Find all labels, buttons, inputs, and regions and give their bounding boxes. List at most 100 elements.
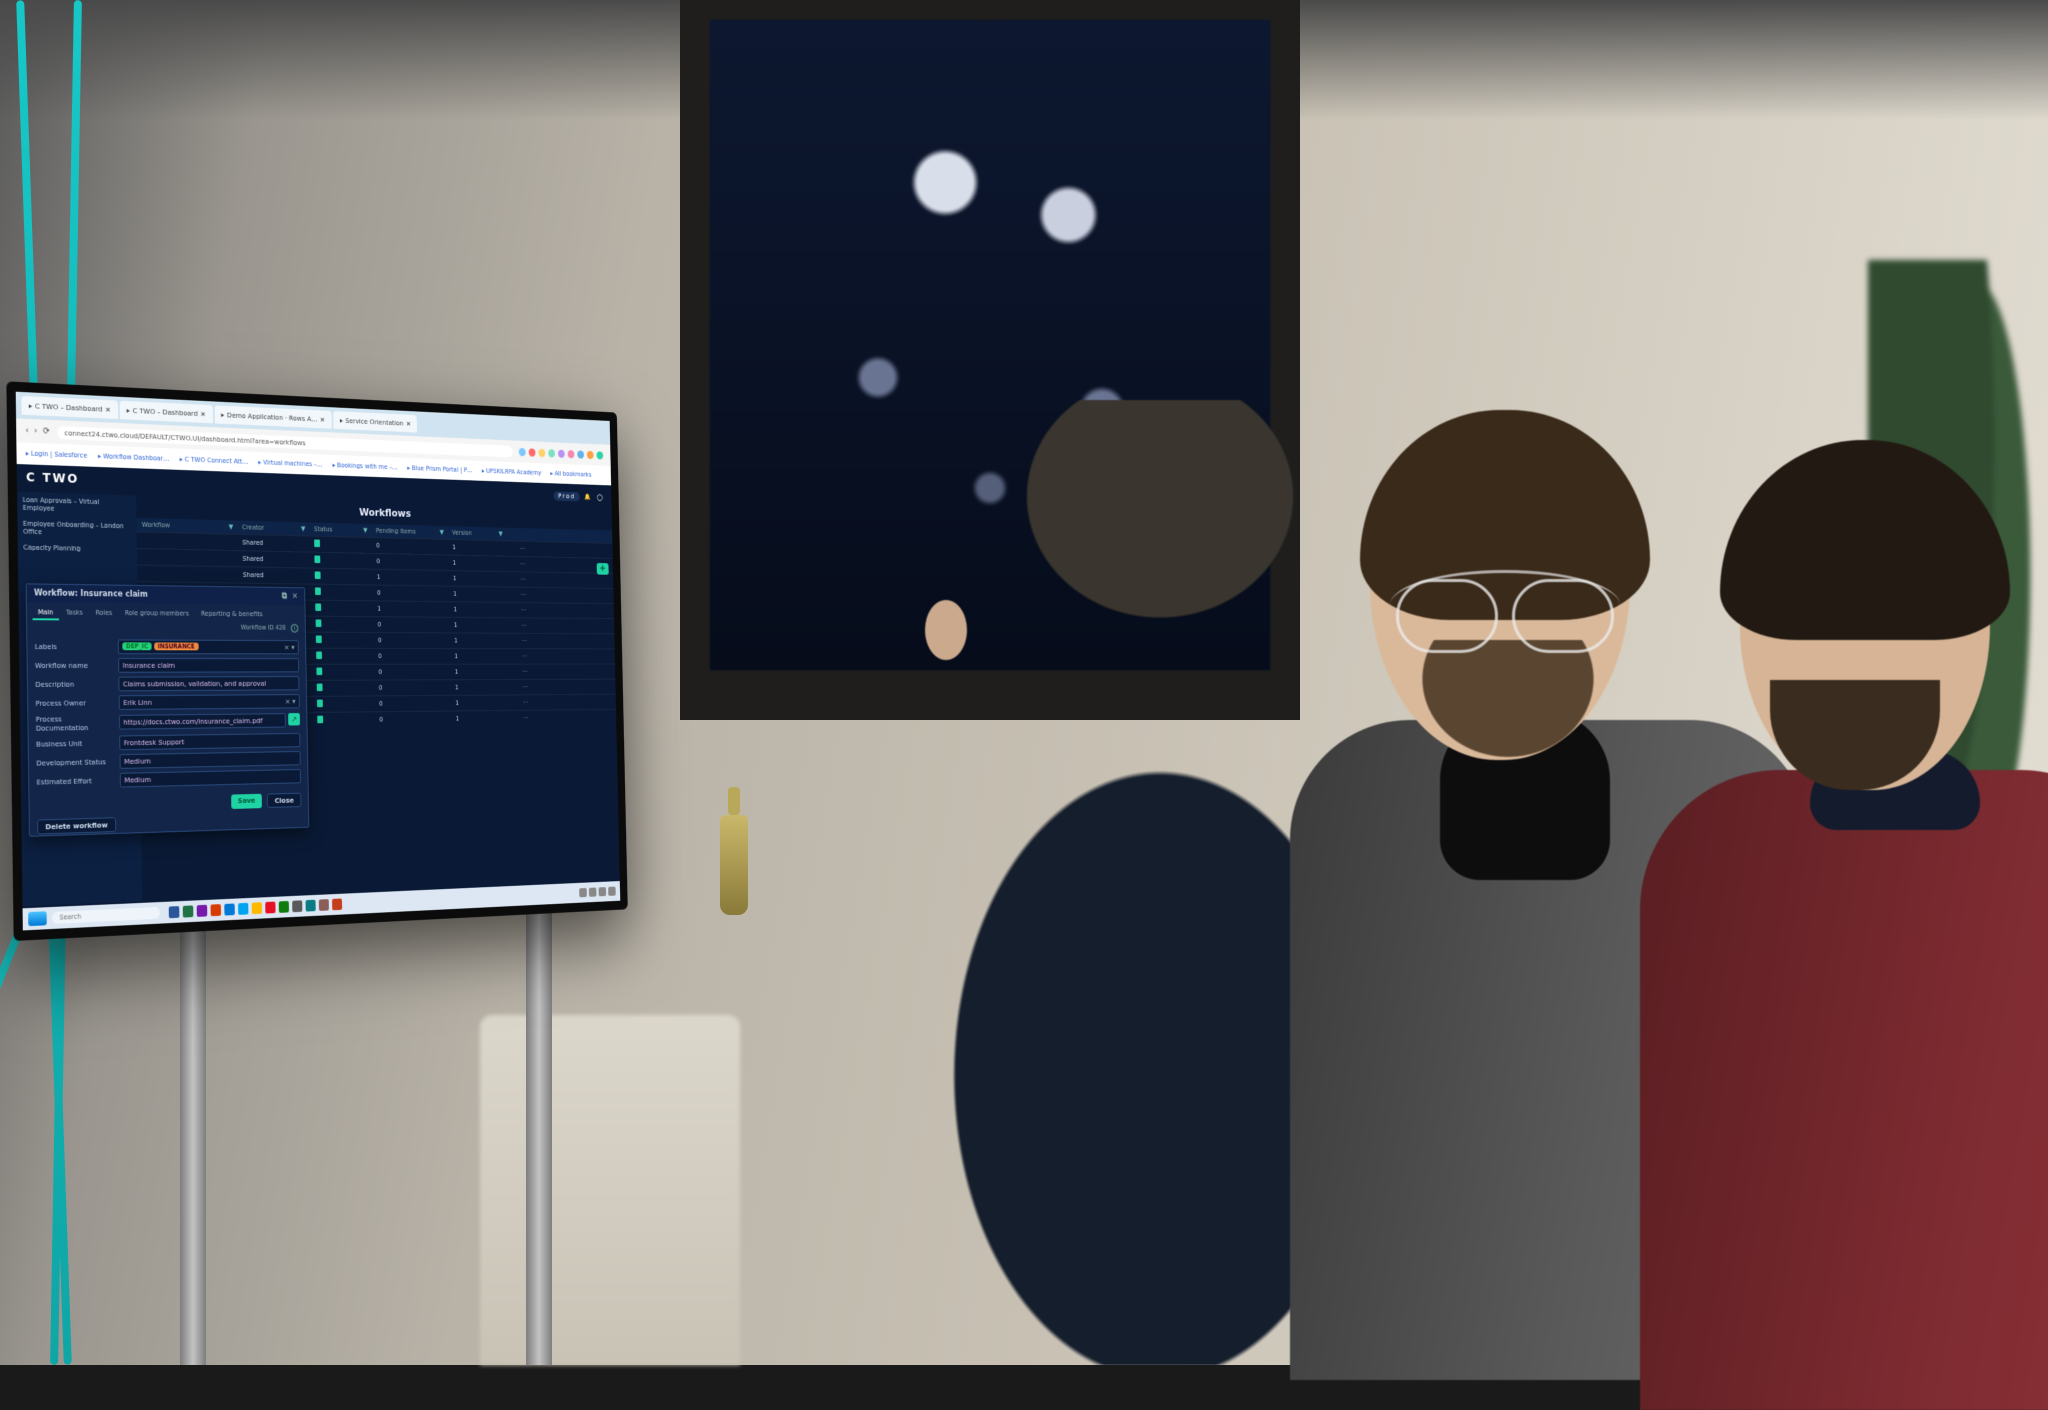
browser-tab[interactable]: ▸Demo Application · Rows A…× <box>214 405 332 428</box>
panel-tab[interactable]: Tasks <box>60 606 88 620</box>
info-icon[interactable]: i <box>291 624 299 633</box>
sidebar-item[interactable]: Capacity Planning <box>18 539 137 557</box>
close-tab-icon[interactable]: × <box>406 419 411 428</box>
business-unit-input[interactable]: Frontdesk Support <box>119 733 300 750</box>
panel-tab[interactable]: Reporting & benefits <box>196 608 268 622</box>
taskbar-app-icon[interactable] <box>211 904 222 916</box>
bookmark-link[interactable]: ▸ Bookings with me –… <box>332 461 397 471</box>
row-menu-icon[interactable]: ⋯ <box>513 653 536 660</box>
column-header[interactable]: Pending Items <box>376 527 432 536</box>
row-menu-icon[interactable]: ⋯ <box>514 699 537 706</box>
panel-tab[interactable]: Role group members <box>119 607 194 621</box>
browser-tab[interactable]: ▸C TWO – Dashboard× <box>119 401 212 424</box>
column-header[interactable]: Version <box>452 529 491 537</box>
extension-icon[interactable] <box>538 448 545 456</box>
bookmark-link[interactable]: ▸ Virtual machines –… <box>258 459 322 469</box>
save-button[interactable]: Save <box>231 794 262 809</box>
delete-workflow-button[interactable]: Delete workflow <box>37 817 116 834</box>
filter-icon[interactable]: ▼ <box>355 526 376 534</box>
taskbar-app-icon[interactable] <box>169 906 180 918</box>
panel-tab[interactable]: Main <box>32 606 58 620</box>
description-input[interactable]: Claims submission, validation, and appro… <box>118 676 299 691</box>
close-button[interactable]: Close <box>267 793 301 808</box>
row-menu-icon[interactable]: ⋯ <box>514 683 537 690</box>
bell-icon[interactable]: 🔔 <box>584 493 592 500</box>
tray-icon[interactable] <box>589 888 597 897</box>
label-chip[interactable]: DEP_IC <box>122 643 151 651</box>
extension-icon[interactable] <box>577 450 584 458</box>
taskbar-app-icon[interactable] <box>197 905 208 917</box>
open-link-button[interactable]: ↗ <box>288 713 300 725</box>
taskbar-app-icon[interactable] <box>238 903 248 915</box>
extension-icon[interactable] <box>596 451 603 459</box>
dev-status-input[interactable]: Medium <box>120 751 301 769</box>
tray-icon[interactable] <box>579 888 587 897</box>
taskbar-app-icon[interactable] <box>292 901 302 913</box>
taskbar-app-icon[interactable] <box>332 899 342 911</box>
taskbar-app-icon[interactable] <box>265 902 275 914</box>
row-menu-icon[interactable]: ⋯ <box>512 622 535 629</box>
browser-tab[interactable]: ▸Service Orientation× <box>333 411 417 433</box>
extension-icon[interactable] <box>568 450 575 458</box>
clear-icon[interactable]: × ▾ <box>285 697 296 706</box>
bookmark-link[interactable]: ▸ Login | Salesforce <box>26 450 88 460</box>
start-button[interactable] <box>28 911 47 926</box>
taskbar-search[interactable] <box>52 907 160 924</box>
extension-icon[interactable] <box>548 449 555 457</box>
row-menu-icon[interactable]: ⋯ <box>511 545 534 553</box>
back-icon[interactable]: ‹ <box>25 426 28 436</box>
browser-tab[interactable]: ▸C TWO – Dashboard× <box>21 396 118 419</box>
clear-icon[interactable]: × ▾ <box>284 643 295 652</box>
filter-icon[interactable]: ▼ <box>491 530 511 538</box>
row-menu-icon[interactable]: ⋯ <box>511 560 534 568</box>
shield-icon <box>314 555 320 563</box>
taskbar-app-icon[interactable] <box>279 901 289 913</box>
bookmark-link[interactable]: ▸ Workflow Dashboar… <box>98 452 169 462</box>
row-menu-icon[interactable]: ⋯ <box>512 606 535 613</box>
close-tab-icon[interactable]: × <box>200 409 206 418</box>
taskbar-app-icon[interactable] <box>183 906 194 918</box>
extension-icon[interactable] <box>558 449 565 457</box>
row-menu-icon[interactable]: ⋯ <box>513 668 536 675</box>
row-menu-icon[interactable]: ⋯ <box>512 591 535 599</box>
extension-icon[interactable] <box>519 448 526 456</box>
documentation-input[interactable]: https://docs.ctwo.com/insurance_claim.pd… <box>119 714 286 730</box>
close-tab-icon[interactable]: × <box>105 405 111 414</box>
filter-icon[interactable]: ▼ <box>432 528 453 536</box>
tray-icon[interactable] <box>608 887 616 896</box>
add-workflow-button[interactable]: + <box>597 563 609 575</box>
reload-icon[interactable]: ⟳ <box>43 427 50 437</box>
sidebar-item[interactable]: Employee Onboarding – London Office <box>17 516 136 542</box>
filter-icon[interactable]: ▼ <box>220 523 242 531</box>
row-menu-icon[interactable]: ⋯ <box>514 714 537 722</box>
taskbar-app-icon[interactable] <box>306 900 316 912</box>
column-header[interactable]: Status <box>314 525 355 534</box>
extension-icon[interactable] <box>529 448 536 456</box>
workflow-name-input[interactable]: Insurance claim <box>118 658 299 673</box>
bookmark-link[interactable]: ▸ Blue Prism Portal | P… <box>407 464 472 474</box>
taskbar-app-icon[interactable] <box>319 899 329 911</box>
taskbar-app-icon[interactable] <box>252 902 262 914</box>
close-tab-icon[interactable]: × <box>320 415 325 424</box>
sidebar-item[interactable]: Loan Approvals – Virtual Employee <box>17 492 136 519</box>
bookmark-link[interactable]: ▸ C TWO Connect Att… <box>180 456 249 466</box>
panel-tab[interactable]: Roles <box>90 607 118 621</box>
bookmark-link[interactable]: ▸ All bookmarks <box>550 470 591 479</box>
row-menu-icon[interactable]: ⋯ <box>511 576 534 584</box>
owner-input[interactable]: Erik Linn× ▾ <box>119 694 300 710</box>
column-header[interactable]: Workflow <box>142 521 220 531</box>
effort-input[interactable]: Medium <box>120 769 301 788</box>
user-avatar-icon[interactable]: ◯ <box>597 494 604 501</box>
column-header[interactable]: Creator <box>242 523 293 532</box>
taskbar-app-icon[interactable] <box>224 904 234 916</box>
tray-icon[interactable] <box>599 887 607 896</box>
panel-close-icon[interactable]: ✕ <box>292 592 298 602</box>
forward-icon[interactable]: › <box>34 426 37 436</box>
extension-icon[interactable] <box>587 451 594 459</box>
label-chip[interactable]: INSURANCE <box>154 643 198 651</box>
row-menu-icon[interactable]: ⋯ <box>513 637 536 644</box>
bookmark-link[interactable]: ▸ UPSKILRPA Academy <box>482 467 542 476</box>
labels-field[interactable]: DEP_IC INSURANCE × ▾ <box>118 639 299 654</box>
filter-icon[interactable]: ▼ <box>292 525 314 533</box>
panel-copy-icon[interactable]: ⧉ <box>282 592 287 602</box>
